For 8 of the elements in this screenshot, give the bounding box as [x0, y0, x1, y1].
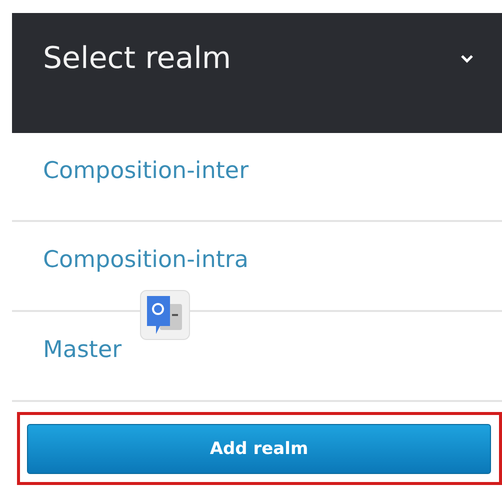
add-realm-button[interactable]: Add realm — [27, 424, 491, 474]
selector-label: Select realm — [43, 40, 232, 76]
realm-link[interactable]: Composition-inter — [43, 158, 249, 184]
realm-link[interactable]: Master — [43, 337, 122, 363]
chevron-down-icon — [460, 54, 474, 62]
realm-selector[interactable]: Select realm — [12, 13, 502, 133]
realm-link[interactable]: Composition-intra — [43, 247, 248, 273]
translate-icon[interactable] — [140, 290, 190, 340]
